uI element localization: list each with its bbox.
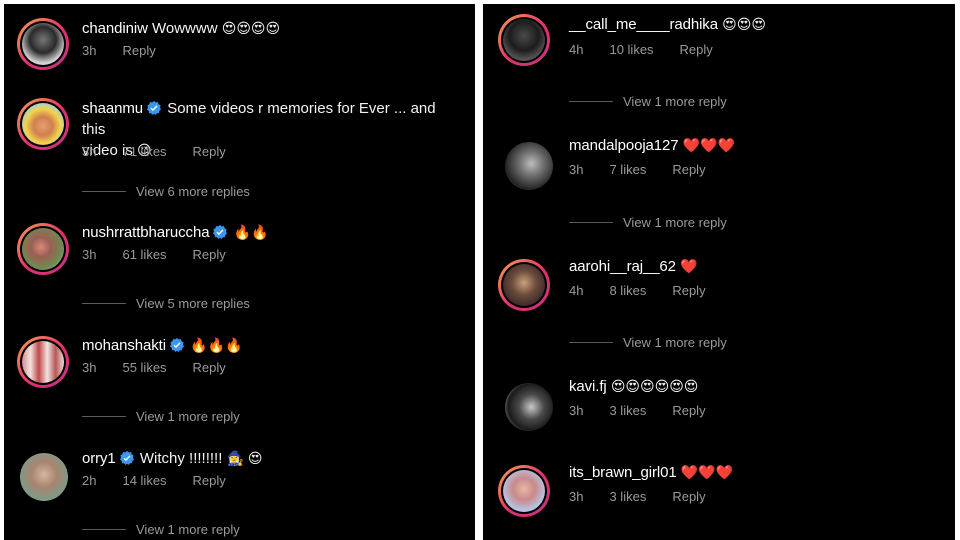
likes-count[interactable]: 7 likes — [609, 162, 646, 177]
timestamp: 3h — [82, 360, 97, 375]
avatar[interactable] — [17, 18, 69, 70]
comment-text: Wowwww — [151, 20, 218, 37]
avatar[interactable] — [498, 14, 550, 66]
username[interactable]: shaanmu — [82, 100, 143, 117]
timestamp: 3h — [82, 43, 97, 58]
comment-emoji: ❤️❤️❤️ — [680, 464, 734, 480]
timestamp: 3h — [82, 247, 97, 262]
view-more-label[interactable]: View 1 more reply — [623, 335, 727, 350]
comment-emoji: 😍😍😍😍😍😍 — [610, 378, 699, 394]
reply-button[interactable]: Reply — [122, 43, 155, 58]
username[interactable]: chandiniw — [82, 20, 148, 37]
view-more-replies[interactable]: View 1 more reply — [569, 215, 727, 230]
view-more-replies[interactable]: View 1 more reply — [82, 522, 240, 537]
avatar[interactable] — [17, 223, 69, 275]
reply-button[interactable]: Reply — [672, 162, 705, 177]
avatar[interactable] — [498, 259, 550, 311]
username[interactable]: mandalpooja127 — [569, 137, 679, 154]
view-more-replies[interactable]: View 6 more replies — [82, 184, 250, 199]
view-more-replies[interactable]: View 1 more reply — [569, 94, 727, 109]
timestamp: 3h — [569, 162, 584, 177]
verified-badge-icon — [213, 225, 228, 239]
divider-line — [82, 416, 126, 417]
likes-count[interactable]: 14 likes — [122, 473, 166, 488]
username[interactable]: kavi.fj — [569, 378, 607, 395]
reply-button[interactable]: Reply — [193, 473, 226, 488]
username[interactable]: mohanshakti — [82, 337, 166, 354]
comment-emoji: 🔥🔥🔥 — [190, 337, 243, 353]
divider-line — [82, 191, 126, 192]
likes-count[interactable]: 10 likes — [609, 42, 653, 57]
verified-badge-icon — [147, 101, 162, 115]
timestamp: 2h — [82, 473, 97, 488]
view-more-label[interactable]: View 1 more reply — [623, 94, 727, 109]
view-more-label[interactable]: View 6 more replies — [136, 184, 250, 199]
avatar[interactable] — [503, 381, 555, 433]
username[interactable]: its_brawn_girl01 — [569, 464, 677, 481]
likes-count[interactable]: 8 likes — [609, 283, 646, 298]
reply-button[interactable]: Reply — [193, 360, 226, 375]
reply-button[interactable]: Reply — [672, 403, 705, 418]
comment-emoji: 🔥🔥 — [233, 224, 269, 240]
username[interactable]: orry1 — [82, 450, 116, 467]
likes-count[interactable]: 71 likes — [122, 144, 166, 159]
divider-line — [569, 101, 613, 102]
avatar[interactable] — [17, 336, 69, 388]
timestamp: 3h — [82, 144, 97, 159]
divider-line — [569, 342, 613, 343]
timestamp: 3h — [569, 489, 584, 504]
divider-line — [82, 303, 126, 304]
view-more-label[interactable]: View 1 more reply — [136, 409, 240, 424]
likes-count[interactable]: 3 likes — [609, 403, 646, 418]
comments-panel-left: chandiniw Wowwww 😍😍😍😍 3h Reply shaanmu S… — [4, 4, 475, 540]
username[interactable]: __call_me____radhika — [569, 16, 718, 33]
verified-badge-icon — [119, 451, 134, 465]
avatar[interactable] — [17, 98, 69, 150]
reply-button[interactable]: Reply — [680, 42, 713, 57]
reply-button[interactable]: Reply — [193, 144, 226, 159]
reply-button[interactable]: Reply — [672, 283, 705, 298]
reply-button[interactable]: Reply — [672, 489, 705, 504]
likes-count[interactable]: 61 likes — [122, 247, 166, 262]
view-more-replies[interactable]: View 5 more replies — [82, 296, 250, 311]
comments-panel-right: __call_me____radhika 😍😍😍 4h 10 likes Rep… — [483, 4, 955, 540]
view-more-label[interactable]: View 1 more reply — [136, 522, 240, 537]
avatar[interactable] — [503, 140, 555, 192]
verified-badge-icon — [169, 338, 184, 352]
likes-count[interactable]: 3 likes — [609, 489, 646, 504]
divider-line — [82, 529, 126, 530]
likes-count[interactable]: 55 likes — [122, 360, 166, 375]
timestamp: 3h — [569, 403, 584, 418]
username[interactable]: aarohi__raj__62 — [569, 258, 676, 275]
view-more-replies[interactable]: View 1 more reply — [82, 409, 240, 424]
avatar[interactable] — [18, 451, 70, 503]
comment-text: Witchy !!!!!!!! — [139, 450, 223, 467]
view-more-replies[interactable]: View 1 more reply — [569, 335, 727, 350]
comment-emoji: 🧙‍♀️ 😍 — [226, 450, 263, 466]
divider-line — [569, 222, 613, 223]
comment-emoji: 😍😍😍 — [722, 16, 766, 32]
reply-button[interactable]: Reply — [193, 247, 226, 262]
comment-emoji: ❤️❤️❤️ — [682, 137, 735, 153]
timestamp: 4h — [569, 283, 584, 298]
view-more-label[interactable]: View 5 more replies — [136, 296, 250, 311]
timestamp: 4h — [569, 42, 584, 57]
avatar[interactable] — [498, 465, 550, 517]
comment-emoji: ❤️ — [680, 258, 698, 274]
username[interactable]: nushrrattbharuccha — [82, 224, 210, 241]
comment-emoji: 😍😍😍😍 — [221, 20, 281, 36]
view-more-label[interactable]: View 1 more reply — [623, 215, 727, 230]
